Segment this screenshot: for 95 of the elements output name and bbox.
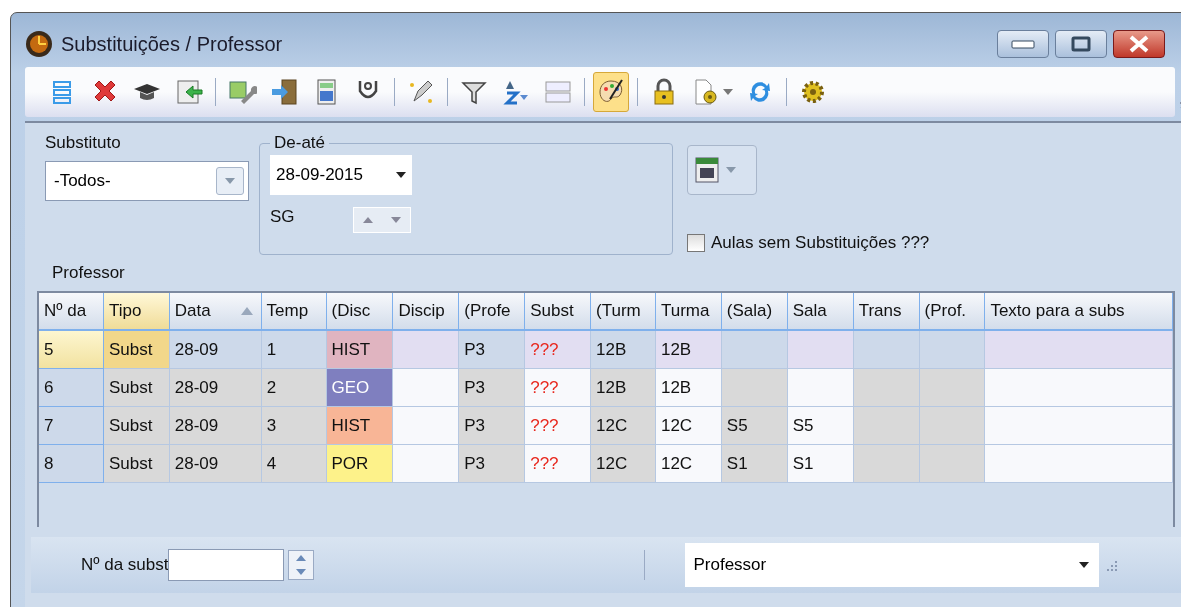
table-cell: 12C	[655, 407, 722, 445]
up-icon	[296, 555, 307, 561]
checkbox[interactable]	[687, 234, 705, 252]
column-header[interactable]: (Profe	[459, 293, 526, 331]
toolbar-button[interactable]	[593, 72, 629, 112]
table-cell: 12C	[591, 445, 656, 483]
column-header[interactable]: (Disc	[326, 293, 394, 331]
table-cell: ???	[525, 369, 592, 407]
table-cell	[787, 331, 854, 369]
table-cell: GEO	[326, 369, 394, 407]
table-cell: 2	[261, 369, 327, 407]
table-cell: P3	[459, 369, 526, 407]
table-cell: P3	[459, 331, 526, 369]
table-cell	[919, 331, 986, 369]
table-cell: Subst	[103, 369, 170, 407]
table-cell: 5	[39, 331, 104, 369]
column-header[interactable]: Trans	[853, 293, 920, 331]
view-dropdown[interactable]: Professor	[685, 543, 1100, 587]
table-cell: P3	[459, 407, 526, 445]
column-header[interactable]: Texto para a subs	[985, 293, 1174, 331]
caret-icon	[1079, 562, 1090, 568]
table-cell: 8	[39, 445, 104, 483]
number-spinner[interactable]	[288, 550, 315, 580]
table-cell: S5	[721, 407, 788, 445]
table-cell: 28-09	[169, 331, 262, 369]
group-label: De-até	[273, 133, 327, 153]
column-header[interactable]: (Turm	[591, 293, 656, 331]
table-cell: 12B	[655, 331, 722, 369]
table-cell: 12B	[655, 369, 722, 407]
weekday-label: SG	[270, 207, 295, 227]
column-header[interactable]: Temp	[261, 293, 327, 331]
sort-ascending-icon	[240, 307, 253, 315]
day-stepper[interactable]	[352, 207, 411, 233]
table-cell: 6	[39, 369, 104, 407]
table-cell	[853, 331, 920, 369]
table-cell	[721, 331, 788, 369]
table-cell: HIST	[326, 407, 394, 445]
table-cell: ???	[525, 407, 592, 445]
checkbox-label: Aulas sem Substituições ???	[711, 233, 930, 253]
minimize-button[interactable]	[997, 30, 1049, 58]
table-cell: ???	[525, 445, 592, 483]
date-picker[interactable]: 28-09-2015	[270, 155, 412, 195]
caret-icon	[726, 167, 736, 173]
table-cell: HIST	[326, 331, 394, 369]
column-header[interactable]: (Sala)	[721, 293, 788, 331]
column-header[interactable]: Turma	[655, 293, 722, 331]
maximize-icon	[1071, 36, 1091, 52]
table-cell: 12B	[591, 369, 656, 407]
table-cell: 12C	[655, 445, 722, 483]
table-cell: 7	[39, 407, 104, 445]
table-cell: 28-09	[169, 445, 262, 483]
table-cell: 12C	[591, 407, 656, 445]
window-title: Substituições / Professor	[61, 32, 283, 56]
field-label: Substituto	[45, 133, 122, 153]
column-header[interactable]: Tipo	[103, 293, 170, 331]
calendar-button[interactable]	[687, 145, 757, 195]
column-header[interactable]: Sala	[787, 293, 854, 331]
table-cell: 3	[261, 407, 327, 445]
calendar-arrow-icon	[174, 77, 204, 107]
door-arrow-icon	[269, 77, 299, 107]
table-cell: P3	[459, 445, 526, 483]
table-cell: S1	[721, 445, 788, 483]
table-cell: S1	[787, 445, 854, 483]
maximize-button[interactable]	[1055, 30, 1107, 58]
column-header[interactable]: Nº da	[39, 293, 104, 331]
previous-icon	[362, 217, 373, 223]
field-label: Nº da subst	[81, 555, 169, 575]
next-icon	[390, 217, 401, 223]
table-cell: 12B	[591, 331, 656, 369]
number-input[interactable]	[168, 549, 285, 581]
down-icon	[296, 569, 307, 575]
table-cell: 28-09	[169, 369, 262, 407]
table-cell	[393, 331, 460, 369]
table-cell: Subst	[103, 407, 170, 445]
table-cell: 28-09	[169, 407, 262, 445]
table-cell: 1	[261, 331, 327, 369]
table-cell: ???	[525, 331, 592, 369]
minimize-icon	[1011, 39, 1035, 49]
table-cell: 4	[261, 445, 327, 483]
calendar-icon	[694, 156, 720, 184]
table-cell: Subst	[103, 445, 170, 483]
close-icon	[1128, 35, 1150, 53]
caret-icon	[396, 172, 406, 178]
clock-icon	[25, 30, 53, 58]
column-header[interactable]: Subst	[525, 293, 592, 331]
column-header[interactable]: (Prof.	[919, 293, 986, 331]
close-button[interactable]	[1113, 30, 1165, 58]
table-cell: S5	[787, 407, 854, 445]
table-cell: Subst	[103, 331, 170, 369]
table-cell: POR	[326, 445, 394, 483]
column-header[interactable]: Discip	[393, 293, 460, 331]
column-header[interactable]: Data	[169, 293, 262, 331]
caret-icon	[225, 178, 235, 184]
section-label: Professor	[52, 263, 126, 283]
substitute-dropdown[interactable]: -Todos-	[45, 161, 249, 201]
